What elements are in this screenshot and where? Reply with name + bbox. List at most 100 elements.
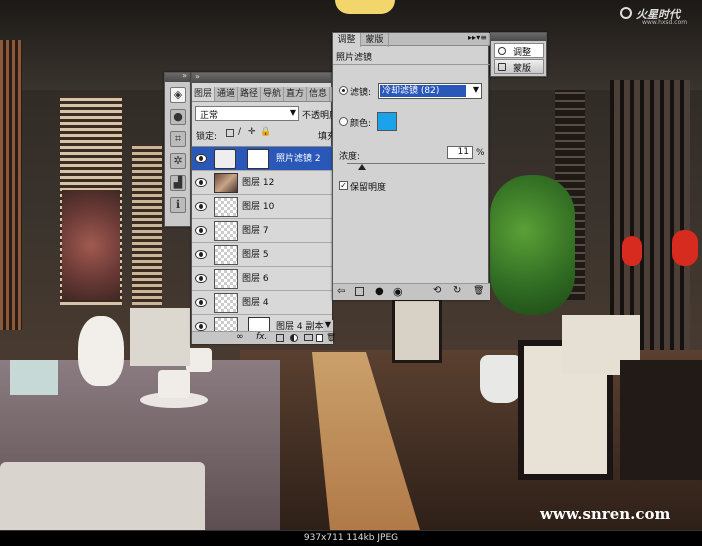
ceiling-lamp (335, 0, 395, 14)
reset-icon[interactable]: ↻ (453, 285, 461, 296)
dock-adjust-button[interactable]: 调整 (494, 43, 544, 58)
trash-icon[interactable]: 🗑 (473, 286, 484, 296)
density-slider-thumb[interactable] (358, 164, 367, 170)
collapsed-dock-titlebar[interactable] (491, 33, 546, 41)
visibility-eye-icon[interactable] (195, 298, 207, 307)
layer-name: 照片滤镜 2 (276, 154, 321, 164)
transform-icon[interactable]: ⌗ (170, 131, 186, 147)
layer-thumbnail[interactable] (214, 245, 238, 265)
color-swatch[interactable] (377, 112, 397, 131)
tab-3[interactable]: 导航 (261, 87, 284, 101)
layer-row[interactable]: 图层 12 (192, 171, 332, 195)
layer-row[interactable]: 图层 7 (192, 219, 332, 243)
mask-thumbnail[interactable] (247, 149, 269, 169)
layers-panel: » 图层 通道 路径 导航 直方 信息 正常 ▼ 不透明度 锁定: ∕ ✛ 🔒 填充 照片… (191, 72, 338, 344)
new-adjustment-icon[interactable] (290, 334, 298, 342)
tab-5[interactable]: 信息 (307, 87, 330, 101)
visibility-icon[interactable]: ◉ (393, 285, 403, 298)
tab-0[interactable]: 图层 (192, 87, 215, 101)
visibility-eye-icon[interactable] (195, 154, 207, 163)
layer-thumbnail[interactable] (214, 293, 238, 313)
visibility-eye-icon[interactable] (195, 250, 207, 259)
chevron-down-icon: ▼ (289, 108, 296, 117)
chair-mid (392, 298, 442, 363)
visibility-eye-icon[interactable] (195, 178, 207, 187)
panel-menu-icon[interactable]: ▾≡ (476, 33, 487, 42)
layer-row[interactable]: 图层 5 (192, 243, 332, 267)
new-layer-icon[interactable] (316, 334, 323, 342)
dock-mask-button[interactable]: 蒙版 (494, 59, 544, 74)
layers-tabs: 图层 通道 路径 导航 直方 信息 (192, 87, 333, 102)
layer-name: 图层 7 (242, 226, 269, 236)
expand-view-icon[interactable] (355, 287, 364, 296)
collapse-icon[interactable]: ▸▸ (468, 33, 476, 42)
filter-select-value: 冷却滤镜 (82) (380, 85, 466, 97)
visibility-eye-icon[interactable] (195, 274, 207, 283)
visibility-eye-icon[interactable] (195, 322, 207, 331)
link-layers-icon[interactable]: ∞ (236, 332, 244, 342)
tools-dock: » ◈ ● ⌗ ✲ ▟ ℹ (164, 71, 191, 227)
density-value: 11 (457, 147, 469, 157)
layer-row[interactable]: 图层 4 (192, 291, 332, 315)
view-previous-icon[interactable]: ⟲ (433, 285, 441, 296)
preserve-luminosity-label: 保留明度 (350, 183, 387, 193)
layer-row[interactable]: 照片滤镜 2 (192, 147, 332, 171)
layer-name: 图层 10 (242, 202, 275, 212)
adjust-tab-1[interactable]: 蒙版 (361, 33, 389, 47)
tab-1[interactable]: 通道 (215, 87, 238, 101)
info-icon[interactable]: ℹ (170, 197, 186, 213)
lock-move-icon[interactable]: ✛ (248, 127, 256, 137)
clip-icon[interactable]: ● (375, 286, 384, 297)
lock-transparent-icon[interactable] (226, 129, 234, 137)
adjustment-title: 照片滤镜 (336, 53, 373, 63)
right-screen-2 (610, 80, 690, 350)
add-mask-icon[interactable] (276, 334, 284, 342)
density-input[interactable]: 11 (447, 146, 473, 159)
histogram-icon[interactable]: ▟ (170, 175, 186, 191)
layer-row[interactable]: 图层 10 (192, 195, 332, 219)
density-slider-track[interactable] (347, 163, 485, 164)
tab-2[interactable]: 路径 (238, 87, 261, 101)
fx-icon[interactable]: fx. (256, 332, 267, 342)
adjust-tab-0[interactable]: 调整 (333, 33, 361, 47)
blend-mode-select[interactable]: 正常 ▼ (195, 106, 299, 121)
chevron-down-icon: ▼ (472, 85, 479, 94)
back-arrow-icon[interactable]: ⇦ (337, 286, 345, 297)
lock-brush-icon[interactable]: ∕ (238, 127, 241, 137)
filter-radio[interactable] (339, 86, 348, 95)
mask-icon (498, 63, 506, 71)
layer-list: 照片滤镜 2 图层 12 图层 10 图层 7 图层 5 图层 6 图层 4 图层 4 副本 (192, 146, 333, 334)
teapot (78, 316, 124, 386)
tools-dock-titlebar[interactable]: » (165, 71, 190, 82)
layers-panel-titlebar[interactable]: » (192, 72, 331, 83)
settings-icon[interactable]: ✲ (170, 153, 186, 169)
new-group-icon[interactable] (304, 334, 313, 341)
layer-name: 图层 12 (242, 178, 275, 188)
layer-thumbnail[interactable] (214, 221, 238, 241)
hxsd-logo: 火星时代 www.hxsd.com (618, 4, 698, 28)
potted-plant (490, 175, 575, 315)
trash-icon[interactable]: 🗑 (326, 333, 336, 342)
adjust-tabs: 调整 蒙版 ▸▸ ▾≡ (333, 33, 490, 47)
layer-thumbnail[interactable] (214, 269, 238, 289)
dock-label: 调整 (513, 48, 532, 58)
layer-thumbnail[interactable] (214, 197, 238, 217)
adjust-icon (498, 47, 506, 55)
lock-all-icon[interactable]: 🔒 (260, 127, 271, 137)
collapsed-panel-dock: 调整 蒙版 (490, 32, 547, 77)
layer-row[interactable]: 图层 6 (192, 267, 332, 291)
lock-icons: ∕ ✛ 🔒 (226, 127, 286, 140)
filter-select[interactable]: 冷却滤镜 (82) ▼ (378, 83, 482, 99)
color-radio[interactable] (339, 117, 348, 126)
tab-4[interactable]: 直方 (284, 87, 307, 101)
preserve-luminosity-checkbox[interactable]: ✓ (339, 181, 348, 190)
visibility-eye-icon[interactable] (195, 202, 207, 211)
channels-icon[interactable]: ● (170, 109, 186, 125)
adjustment-thumbnail[interactable] (214, 149, 236, 169)
layer-thumbnail[interactable] (214, 173, 238, 193)
layers-footer: ∞ fx. 🗑 (192, 331, 336, 344)
visibility-eye-icon[interactable] (195, 226, 207, 235)
dock-label: 蒙版 (513, 64, 532, 74)
layers-icon[interactable]: ◈ (170, 87, 186, 103)
blend-mode-value: 正常 (200, 111, 219, 121)
